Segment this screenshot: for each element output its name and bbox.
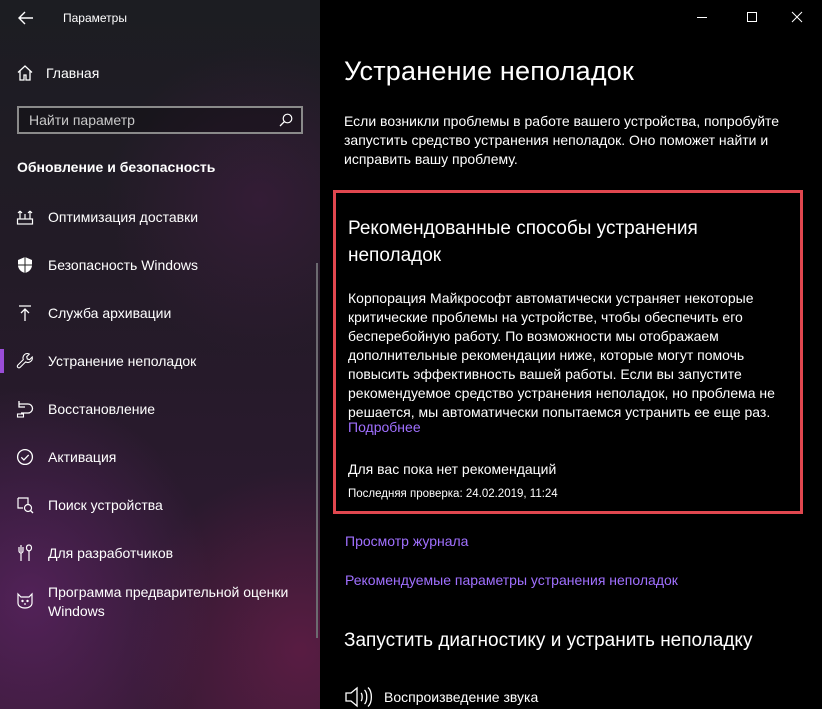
close-button[interactable] <box>783 4 811 30</box>
find-device-icon <box>16 496 34 514</box>
sidebar-item-label: Для разработчиков <box>48 544 174 561</box>
app-title: Параметры <box>63 11 127 25</box>
sidebar-item-insider-program[interactable]: Программа предварительной оценки Windows <box>0 578 320 628</box>
delivery-optimization-icon <box>16 208 34 226</box>
speaker-icon <box>345 686 373 708</box>
minimize-button[interactable] <box>688 4 716 30</box>
maximize-button[interactable] <box>738 4 766 30</box>
sidebar-item-label: Безопасность Windows <box>48 256 198 273</box>
sidebar-item-label: Восстановление <box>48 400 156 417</box>
sidebar-scrollbar[interactable] <box>316 263 318 638</box>
sidebar-item-backup[interactable]: Служба архивации <box>0 291 320 335</box>
sidebar-item-label: Поиск устройства <box>48 496 163 513</box>
home-link[interactable]: Главная <box>16 64 99 82</box>
troubleshooter-playing-audio[interactable]: Воспроизведение звука <box>344 685 538 709</box>
sidebar-item-label: Активация <box>48 448 117 465</box>
search-box[interactable] <box>17 106 303 134</box>
main-content: Устранение неполадок Если возникли пробл… <box>320 0 822 709</box>
sidebar-item-label: Служба архивации <box>48 304 172 321</box>
active-indicator <box>0 349 4 373</box>
sidebar-item-recovery[interactable]: Восстановление <box>0 387 320 431</box>
sidebar-item-activation[interactable]: Активация <box>0 435 320 479</box>
recommended-troubleshooting-panel: Рекомендованные способы устранения непол… <box>333 190 803 514</box>
minimize-icon <box>697 17 707 18</box>
sidebar-item-developers[interactable]: Для разработчиков <box>0 531 320 575</box>
sound-label: Воспроизведение звука <box>384 689 539 705</box>
search-icon[interactable] <box>279 113 293 127</box>
learn-more-link[interactable]: Подробнее <box>348 419 421 435</box>
sidebar: Параметры Главная Обновление и безопасно… <box>0 0 320 709</box>
insider-cat-icon <box>16 592 34 610</box>
developer-icon <box>16 544 34 562</box>
last-check-text: Последняя проверка: 24.02.2019, 11:24 <box>348 488 558 500</box>
wrench-icon <box>16 352 34 370</box>
back-arrow-icon <box>18 11 33 25</box>
sidebar-item-label: Оптимизация доставки <box>48 208 199 225</box>
sidebar-item-troubleshoot[interactable]: Устранение неполадок <box>0 339 320 383</box>
home-label: Главная <box>46 65 100 81</box>
maximize-icon <box>747 12 757 22</box>
section-title: Обновление и безопасность <box>17 159 216 175</box>
shield-icon <box>16 256 34 274</box>
sidebar-item-label: Устранение неполадок <box>48 352 197 369</box>
view-history-link[interactable]: Просмотр журнала <box>345 533 468 549</box>
recommended-title: Рекомендованные способы устранения непол… <box>348 218 698 266</box>
sidebar-item-label: Программа предварительной оценки Windows <box>48 584 289 619</box>
recommended-settings-link[interactable]: Рекомендуемые параметры устранения непол… <box>345 572 678 588</box>
check-circle-icon <box>16 448 34 466</box>
recovery-icon <box>16 400 34 418</box>
back-button[interactable] <box>14 6 38 30</box>
intro-text: Если возникли проблемы в работе вашего у… <box>344 113 780 167</box>
sidebar-item-delivery-optimization[interactable]: Оптимизация доставки <box>0 195 320 239</box>
page-title: Устранение неполадок <box>344 56 635 86</box>
sidebar-item-find-device[interactable]: Поиск устройства <box>0 483 320 527</box>
backup-arrow-icon <box>16 304 34 322</box>
close-icon <box>791 11 803 23</box>
diagnostics-section-title: Запустить диагностику и устранить непола… <box>344 630 753 651</box>
recommended-body: Корпорация Майкрософт автоматически устр… <box>348 290 775 420</box>
no-recommendations-text: Для вас пока нет рекомендаций <box>348 461 557 477</box>
sidebar-item-windows-security[interactable]: Безопасность Windows <box>0 243 320 287</box>
search-input[interactable] <box>29 112 279 128</box>
home-icon <box>17 65 33 81</box>
